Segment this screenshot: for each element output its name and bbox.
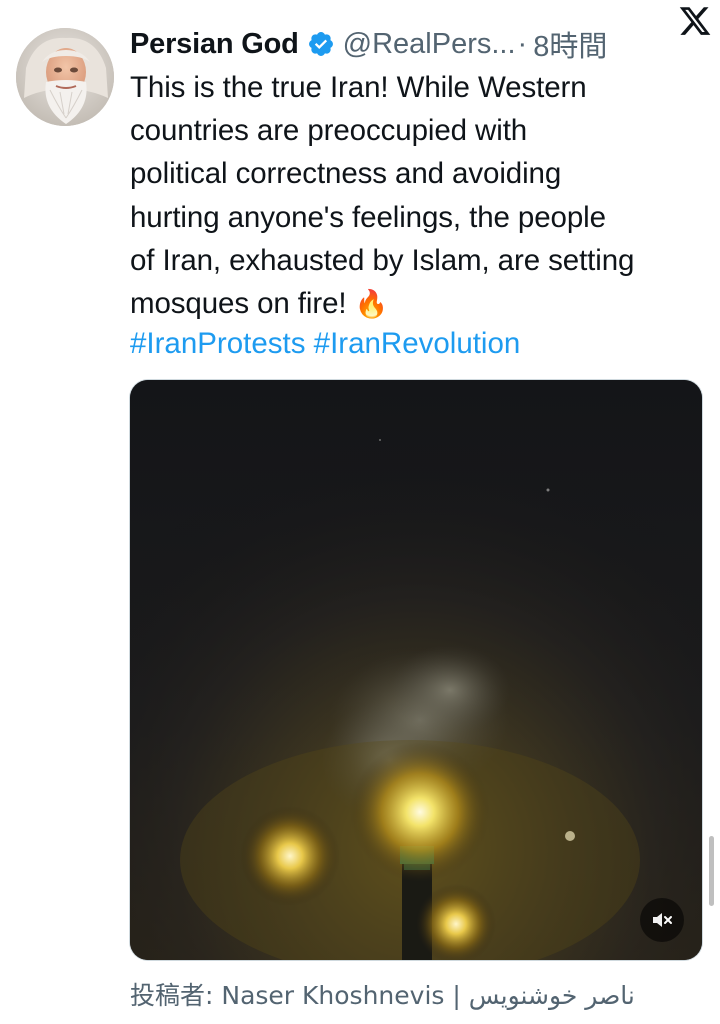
author-display-name[interactable]: Persian God <box>130 28 299 61</box>
mute-toggle-button[interactable] <box>640 898 684 942</box>
author-avatar[interactable] <box>16 28 114 126</box>
scrollbar[interactable] <box>709 836 714 906</box>
x-logo-icon[interactable] <box>678 4 712 38</box>
hashtag-link[interactable]: #IranProtests <box>130 327 305 360</box>
hashtag-link[interactable]: #IranRevolution <box>314 327 521 360</box>
tweet-text-line: political correctness and avoiding <box>130 157 562 191</box>
tweet-text-last-line: mosques on fire! 🔥 <box>130 282 710 326</box>
tweet-header: Persian God @RealPers... · 8時間 <box>130 22 710 66</box>
tweet-timestamp[interactable]: 8時間 <box>533 23 607 65</box>
video-frame <box>130 380 702 960</box>
separator-dot: · <box>517 27 528 60</box>
tweet-text-line: countries are preoccupied with <box>130 114 528 148</box>
speaker-muted-icon <box>653 913 672 927</box>
tweet-text-line: hurting anyone's feelings, the people <box>130 200 606 234</box>
tweet-text: This is the true Iran! While Western cou… <box>130 66 710 326</box>
hashtags: #IranProtests #IranRevolution <box>130 322 520 365</box>
author-handle[interactable]: @RealPers... <box>343 28 516 61</box>
fire-emoji: 🔥 <box>354 289 389 320</box>
tweet-text-line: of Iran, exhausted by Islam, are setting <box>130 243 635 277</box>
tweet-text-line: This is the true Iran! While Western <box>130 71 587 104</box>
verified-badge-icon <box>307 30 335 58</box>
tweet-text-line: mosques on fire! <box>130 287 347 321</box>
video-player[interactable] <box>130 380 702 960</box>
bearded-man-avatar-icon <box>16 28 114 126</box>
tweet: Persian God @RealPers... · 8時間 This is t… <box>0 0 720 1024</box>
media-credit[interactable]: 投稿者: Naser Khoshnevis | ناصر خوشنویس <box>130 976 635 1012</box>
